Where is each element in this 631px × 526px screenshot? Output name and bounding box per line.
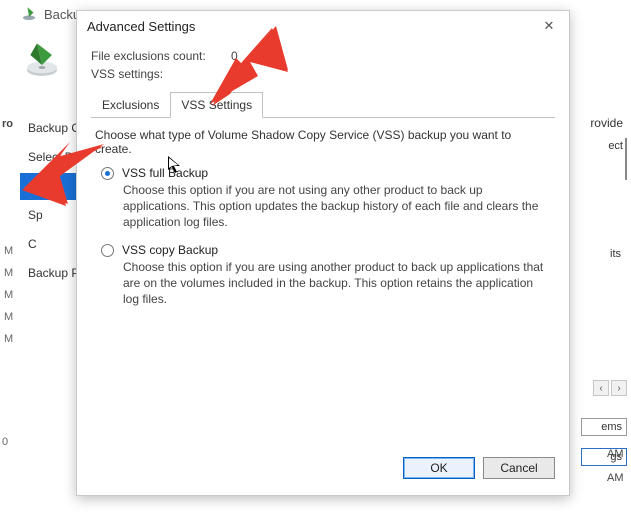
bg-row-prefix: ro — [2, 118, 13, 130]
bg-right-text-provide: rovide — [590, 116, 623, 130]
close-button[interactable]: ✕ — [535, 15, 563, 37]
app-icon — [20, 5, 38, 23]
exclusions-count-value: 0 — [231, 49, 238, 63]
bg-right-text-ect: ect — [608, 140, 623, 152]
ok-button[interactable]: OK — [403, 457, 475, 479]
radio-option-vss-full[interactable]: VSS full Backup — [101, 166, 551, 180]
vss-tab-content: Choose what type of Volume Shadow Copy S… — [91, 118, 555, 323]
close-icon: ✕ — [544, 18, 555, 34]
wizard-icon — [22, 40, 62, 80]
radio-vss-copy-label: VSS copy Backup — [122, 243, 218, 257]
radio-vss-full-label: VSS full Backup — [122, 166, 208, 180]
radio-option-vss-copy[interactable]: VSS copy Backup — [101, 243, 551, 257]
bg-time-am-2: AM — [607, 472, 631, 484]
radio-vss-copy-desc: Choose this option if you are using anot… — [123, 259, 551, 308]
bg-time-am-1: AM — [607, 448, 631, 460]
tabs-strip: Exclusions VSS Settings — [91, 91, 555, 118]
vss-instruction-text: Choose what type of Volume Shadow Copy S… — [95, 128, 551, 156]
radio-vss-copy[interactable] — [101, 244, 114, 257]
bg-right-text-its: its — [610, 248, 621, 260]
bg-left-fragments: M M M M M — [4, 240, 13, 350]
bg-scroll-left-icon[interactable]: ‹ — [593, 380, 609, 396]
advanced-settings-dialog: Advanced Settings ✕ File exclusions coun… — [76, 10, 570, 496]
radio-vss-full-desc: Choose this option if you are not using … — [123, 182, 551, 231]
cancel-button[interactable]: Cancel — [483, 457, 555, 479]
dialog-title: Advanced Settings — [87, 19, 195, 34]
vss-settings-value: VSS — [231, 67, 255, 81]
tab-vss-settings[interactable]: VSS Settings — [170, 92, 263, 118]
vss-settings-label: VSS settings: — [91, 67, 231, 81]
bg-row-zero: 0 — [2, 436, 8, 448]
exclusions-count-label: File exclusions count: — [91, 49, 231, 63]
bg-partial-button-items[interactable]: ems — [581, 418, 627, 436]
bg-scroll-right-icon[interactable]: › — [611, 380, 627, 396]
tab-exclusions[interactable]: Exclusions — [91, 92, 170, 118]
radio-vss-full[interactable] — [101, 167, 114, 180]
